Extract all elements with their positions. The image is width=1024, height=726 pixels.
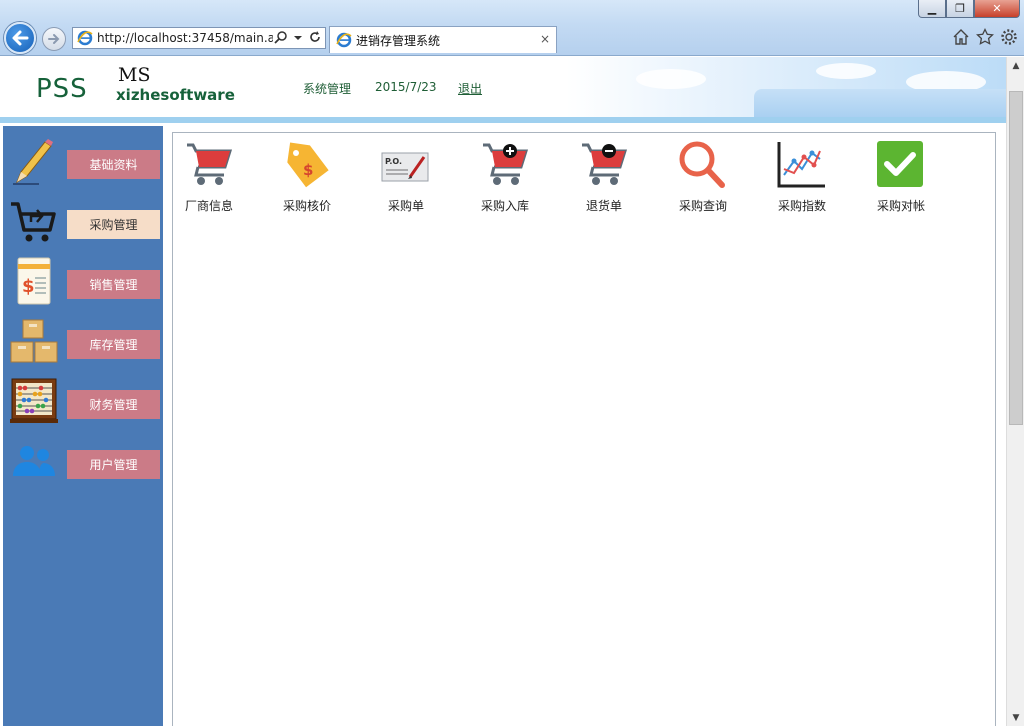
tile-return-order[interactable]: 退货单 (569, 139, 639, 215)
home-icon[interactable] (952, 28, 970, 46)
svg-text:$: $ (303, 161, 313, 179)
price-tag-icon: $ (287, 142, 329, 188)
refresh-icon[interactable] (308, 30, 322, 44)
browser-toolbar-right (952, 28, 1018, 46)
logo-pss: PSS (36, 74, 88, 104)
ie-icon (336, 32, 352, 48)
sidebar-item-purchase[interactable]: 采购管理 (3, 196, 163, 248)
web-page: PSS MS xizhesoftware 系统管理 2015/7/23 退出 基… (0, 57, 1006, 726)
tile-purchase-index[interactable]: 采购指数 (767, 139, 837, 215)
tile-purchase-order[interactable]: P.O. 采购单 (371, 139, 441, 215)
checkmark-icon (877, 141, 923, 187)
address-tools (274, 30, 322, 44)
page-header: PSS MS xizhesoftware 系统管理 2015/7/23 退出 (0, 57, 1006, 123)
dropdown-icon[interactable] (294, 30, 302, 44)
tile-label: 厂商信息 (184, 199, 233, 213)
tile-label: 采购查询 (678, 199, 727, 213)
scroll-down-icon[interactable]: ▼ (1007, 709, 1024, 726)
abacus-icon (10, 378, 58, 423)
window-controls: ▁ ❐ ✕ (918, 0, 1020, 18)
purchase-order-icon: P.O. (381, 152, 429, 182)
favorites-icon[interactable] (976, 28, 994, 46)
logo-ms: MS (118, 64, 151, 86)
sidebar: 基础资料 采购管理 $ 销售管理 库存管理 财务管理 用户管理 (3, 126, 163, 726)
sidebar-item-finance[interactable]: 财务管理 (3, 376, 163, 428)
svg-text:P.O.: P.O. (385, 157, 402, 166)
tile-supplier-info[interactable]: 厂商信息 (174, 139, 244, 215)
nav-system-management[interactable]: 系统管理 (303, 80, 351, 97)
ie-icon (77, 30, 93, 46)
address-url[interactable]: http://localhost:37458/main.as (97, 31, 273, 45)
address-bar[interactable]: http://localhost:37458/main.as (72, 27, 326, 49)
sidebar-item-sales[interactable]: $ 销售管理 (3, 256, 163, 308)
tile-purchase-pricing[interactable]: $ 采购核价 (272, 139, 342, 215)
tile-label: 采购对帐 (876, 199, 925, 213)
browser-chrome: ▁ ❐ ✕ http://localhost:37458/main.as 进销存… (0, 0, 1024, 56)
cart-remove-icon (582, 143, 628, 185)
tile-purchase-reconciliation[interactable]: 采购对帐 (866, 139, 936, 215)
minimize-button[interactable]: ▁ (918, 0, 946, 18)
header-sky-decoration (566, 57, 1006, 119)
line-chart-icon (777, 142, 825, 188)
main-content-panel: 厂商信息 $ 采购核价 P.O. 采购单 采购入库 退货单 采购查询 采购指数 … (172, 132, 996, 726)
sidebar-button-inventory[interactable]: 库存管理 (67, 330, 160, 359)
back-button[interactable] (4, 22, 36, 54)
magnifier-icon (679, 141, 725, 188)
forward-button[interactable] (42, 27, 66, 51)
restore-button[interactable]: ❐ (946, 0, 974, 18)
sidebar-button-finance[interactable]: 财务管理 (67, 390, 160, 419)
tab-main[interactable]: 进销存管理系统 × (329, 26, 557, 53)
sidebar-button-sales[interactable]: 销售管理 (67, 270, 160, 299)
back-arrow-icon (12, 30, 29, 46)
users-icon (13, 446, 55, 476)
header-divider (0, 117, 1006, 123)
cart-icon (187, 143, 233, 185)
tab-close-icon[interactable]: × (540, 32, 550, 46)
settings-gear-icon[interactable] (1000, 28, 1018, 46)
pencil-icon (13, 139, 53, 185)
cart-add-icon (483, 143, 529, 185)
vertical-scrollbar[interactable]: ▲ ▼ (1006, 57, 1024, 726)
search-icon[interactable] (274, 30, 288, 44)
tab-title: 进销存管理系统 (356, 33, 441, 48)
svg-text:$: $ (22, 276, 35, 297)
tile-label: 退货单 (585, 199, 622, 213)
tile-purchase-inbound[interactable]: 采购入库 (470, 139, 540, 215)
sidebar-button-basic-data[interactable]: 基础资料 (67, 150, 160, 179)
nav-date: 2015/7/23 (375, 80, 437, 94)
sidebar-button-purchase[interactable]: 采购管理 (67, 210, 160, 239)
sidebar-button-users[interactable]: 用户管理 (67, 450, 160, 479)
forward-arrow-icon (48, 34, 60, 44)
header-sky-panel (754, 89, 1006, 119)
cart-cycle-icon (11, 202, 56, 242)
scroll-thumb[interactable] (1009, 91, 1023, 425)
boxes-icon (10, 319, 58, 363)
tile-label: 采购入库 (480, 199, 529, 213)
invoice-dollar-icon: $ (17, 257, 51, 305)
sidebar-item-users[interactable]: 用户管理 (3, 436, 163, 488)
tile-label: 采购单 (387, 199, 424, 213)
tile-purchase-query[interactable]: 采购查询 (668, 139, 738, 215)
new-tab-area[interactable] (558, 30, 658, 50)
logo-subtitle: xizhesoftware (116, 86, 235, 104)
sidebar-item-basic-data[interactable]: 基础资料 (3, 136, 163, 188)
sidebar-item-inventory[interactable]: 库存管理 (3, 316, 163, 368)
tile-label: 采购核价 (282, 199, 331, 213)
close-window-button[interactable]: ✕ (974, 0, 1020, 18)
scroll-up-icon[interactable]: ▲ (1007, 57, 1024, 74)
logout-link[interactable]: 退出 (458, 80, 482, 97)
tile-label: 采购指数 (777, 199, 826, 213)
